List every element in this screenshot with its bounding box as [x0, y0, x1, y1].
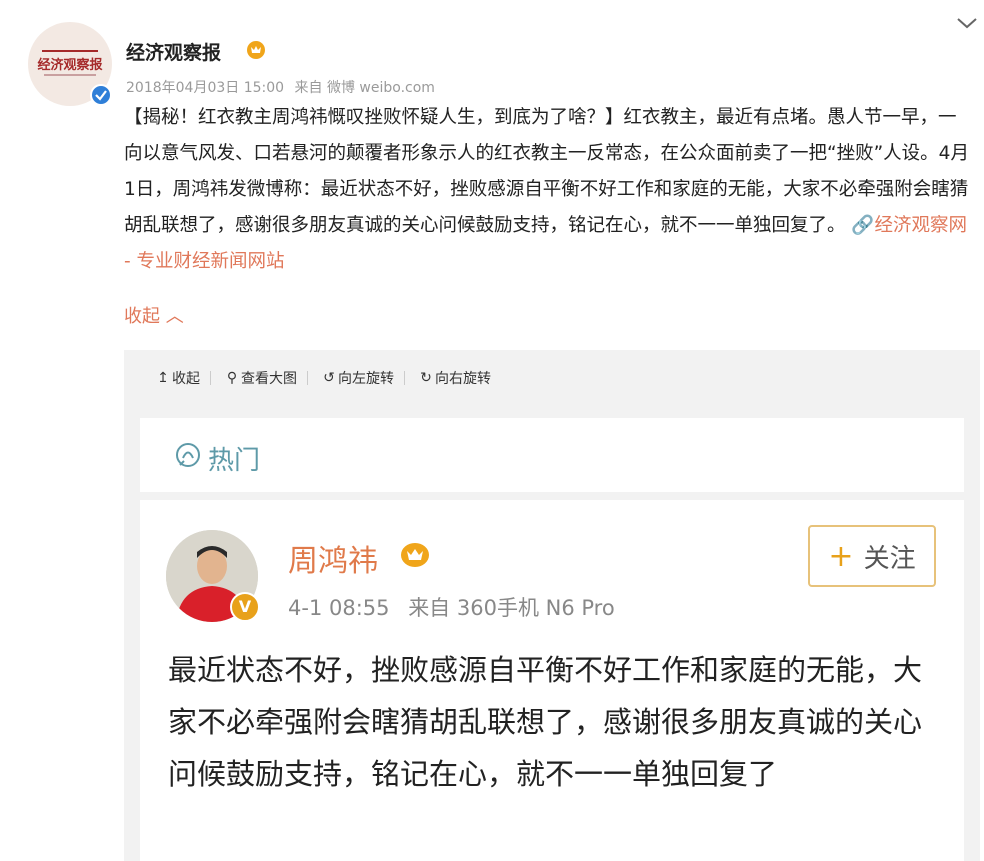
- toolbar-divider: [210, 371, 211, 385]
- logo-rule-icon: [42, 50, 98, 52]
- hot-topic-icon: [176, 443, 200, 467]
- follow-button-label: 关注: [863, 543, 916, 574]
- view-large-button-label: 查看大图: [241, 371, 297, 387]
- verified-icon: V: [230, 592, 260, 622]
- media-toolbar: ↥ 收起 ⚲ 查看大图 ↺ 向左旋转 ↻ 向右旋转: [156, 366, 501, 390]
- hot-header: [140, 418, 964, 492]
- person-name[interactable]: 周鸿祎: [288, 536, 378, 580]
- rotate-right-button-label: 向右旋转: [435, 371, 491, 387]
- toolbar-divider: [307, 371, 308, 385]
- account-name[interactable]: 经济观察报: [126, 38, 221, 65]
- post-text: 【揭秘！红衣教主周鸿祎慨叹挫败怀疑人生，到底为了啥？】红衣教主，最近有点堵。愚人…: [124, 107, 969, 236]
- verified-icon: [90, 84, 112, 106]
- toolbar-divider: [404, 371, 405, 385]
- avatar-logo-text: 经济观察报: [37, 58, 103, 73]
- follow-button[interactable]: + 关注: [808, 525, 936, 587]
- collapse-button[interactable]: ↥ 收起: [156, 368, 200, 388]
- embedded-post-meta: 4-1 08:55 来自 360手机 N6 Pro: [288, 592, 627, 622]
- magnifier-icon: ⚲: [226, 370, 238, 386]
- embedded-post-source: 来自 360手机 N6 Pro: [408, 596, 615, 620]
- rotate-right-button[interactable]: ↻ 向右旋转: [419, 368, 491, 388]
- hot-label: 热门: [208, 446, 261, 476]
- post-timestamp[interactable]: 2018年04月03日 15:00: [126, 80, 284, 96]
- post-source: 来自 微博 weibo.com: [294, 80, 435, 96]
- arrow-up-icon: ↥: [157, 370, 169, 386]
- vip-crown-icon: [247, 41, 265, 59]
- embedded-post-text: 最近状态不好，挫败感源自平衡不好工作和家庭的无能，大家不必牵强附会瞎猜胡乱联想了…: [168, 653, 923, 791]
- rotate-left-button-label: 向左旋转: [338, 371, 394, 387]
- post-meta: 2018年04月03日 15:00 来自 微博 weibo.com: [126, 77, 441, 97]
- rotate-left-button[interactable]: ↺ 向左旋转: [322, 368, 394, 388]
- chevron-up-icon: ︿: [160, 306, 184, 327]
- collapse-link[interactable]: 收起 ︿: [124, 302, 184, 328]
- post-body: 【揭秘！红衣教主周鸿祎慨叹挫败怀疑人生，到底为了啥？】红衣教主，最近有点堵。愚人…: [124, 100, 974, 280]
- view-large-button[interactable]: ⚲ 查看大图: [225, 368, 297, 388]
- rotate-left-icon: ↺: [323, 370, 335, 386]
- rotate-right-icon: ↻: [420, 370, 432, 386]
- collapse-button-label: 收起: [172, 371, 200, 387]
- link-icon: 🔗: [851, 215, 875, 236]
- chevron-down-icon[interactable]: [956, 16, 978, 30]
- logo-subline-icon: [44, 74, 96, 76]
- collapse-link-label: 收起: [124, 306, 160, 327]
- embedded-post-time[interactable]: 4-1 08:55: [288, 596, 390, 620]
- plus-icon: +: [828, 538, 854, 574]
- vip-crown-icon: [401, 543, 429, 567]
